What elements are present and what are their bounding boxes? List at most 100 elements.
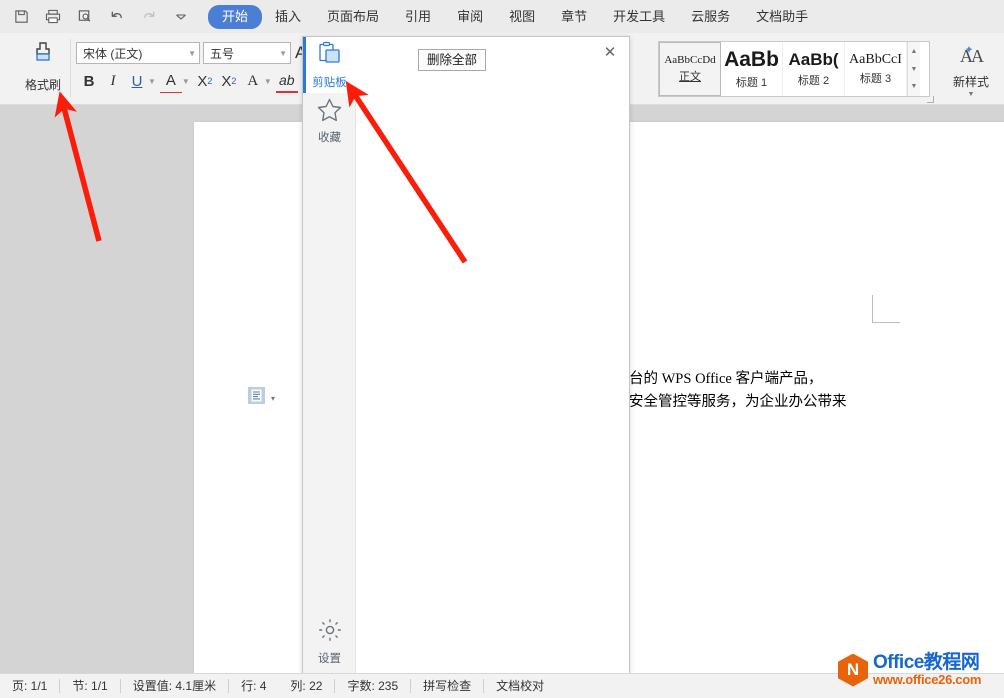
font-name-value: 宋体 (正文) (83, 46, 143, 61)
tab-insert[interactable]: 插入 (262, 5, 314, 29)
watermark-title: Office教程网 (873, 652, 980, 674)
watermark-text: Office教程网 www.office26.com (873, 653, 981, 687)
font-name-combo[interactable]: 宋体 (正文) ▼ (76, 42, 200, 64)
status-section[interactable]: 节: 1/1 (60, 674, 119, 698)
undo-icon[interactable] (104, 5, 130, 29)
rail-item-clipboard[interactable]: 剪贴板 (303, 37, 356, 93)
task-pane-rail-bottom: 设置 (303, 613, 356, 669)
tab-cloud-service[interactable]: 云服务 (678, 5, 743, 29)
watermark-logo: N Office教程网 www.office26.com (838, 650, 1004, 690)
underline-button[interactable]: U (126, 69, 148, 93)
status-page[interactable]: 页: 1/1 (0, 674, 59, 698)
font-size-value: 五号 (210, 46, 235, 61)
copy-button[interactable]: 复制 (0, 70, 10, 87)
document-text-line: 文档安全管控等服务，为企业办公带来 (600, 394, 847, 410)
chevron-down-icon: ▼ (279, 48, 287, 58)
style-name: 标题 1 (735, 77, 768, 89)
text-effects-button[interactable]: A (242, 69, 264, 93)
style-name: 正文 (679, 71, 701, 83)
style-preview: AaBb( (788, 50, 839, 69)
status-spell-check[interactable]: 拼写检查 (411, 674, 483, 698)
save-icon[interactable] (8, 5, 34, 29)
font-row-bottom: B I U ▼ A ▼ X2 X2 A ▼ ab (78, 69, 298, 93)
styles-gallery: AaBbCcDd 正文 AaBb 标题 1 AaBb( 标题 2 AaBbCcI… (658, 41, 930, 97)
watermark-url: www.office26.com (873, 672, 982, 688)
close-icon[interactable]: ✕ (599, 41, 621, 63)
style-name: 标题 2 (797, 75, 830, 87)
clipboard-icon (316, 41, 344, 72)
task-pane-rail: 剪贴板 收藏 设置 (303, 37, 356, 683)
styles-more-button[interactable]: ▼ (908, 78, 920, 95)
margin-corner-mark (872, 295, 900, 323)
rail-item-label: 收藏 (318, 132, 341, 144)
styles-scroll-up-button[interactable]: ▲ (908, 43, 920, 60)
highlight-button[interactable]: ab (275, 69, 298, 93)
tab-section[interactable]: 章节 (548, 5, 600, 29)
app-window: 开始 插入 页面布局 引用 审阅 视图 章节 开发工具 云服务 文档助手 剪切 … (0, 0, 1004, 698)
tab-review[interactable]: 审阅 (444, 5, 496, 29)
subscript-button[interactable]: X2 (218, 69, 240, 93)
format-painter-button[interactable]: 格式刷 (18, 39, 68, 93)
redo-icon[interactable] (136, 5, 162, 29)
strikethrough-button[interactable]: A (159, 69, 182, 93)
style-item-heading-2[interactable]: AaBb( 标题 2 (783, 42, 845, 96)
new-style-button[interactable]: A A 新样式 ▼ (940, 43, 1002, 98)
style-name: 标题 3 (859, 73, 892, 85)
rail-item-label: 设置 (318, 652, 341, 665)
status-row[interactable]: 行: 4 (229, 674, 278, 698)
style-item-body[interactable]: AaBbCcDd 正文 (659, 42, 721, 96)
styles-dialog-launcher[interactable] (927, 96, 934, 103)
style-item-heading-3[interactable]: AaBbCcI 标题 3 (845, 42, 907, 96)
format-painter-icon (28, 39, 58, 74)
ribbon-group-clipboard: 剪切 复制 格式刷 (0, 33, 69, 105)
tab-start[interactable]: 开始 (208, 4, 263, 29)
customize-quick-access-icon[interactable] (168, 5, 194, 29)
print-icon[interactable] (40, 5, 66, 29)
chevron-down-icon: ▼ (188, 48, 196, 58)
bold-button[interactable]: B (78, 69, 100, 93)
styles-gallery-scrollbar[interactable]: ▲ ▼ ▼ (907, 42, 920, 96)
ribbon-group-styles: AaBbCcDd 正文 AaBb 标题 1 AaBb( 标题 2 AaBbCcI… (652, 33, 989, 105)
strikethrough-chevron-down-icon[interactable]: ▼ (182, 77, 190, 86)
style-item-heading-1[interactable]: AaBb 标题 1 (721, 42, 783, 96)
italic-button[interactable]: I (102, 69, 124, 93)
ribbon-tab-bar: 开始 插入 页面布局 引用 审阅 视图 章节 开发工具 云服务 文档助手 (208, 4, 821, 29)
new-style-icon: A A (956, 43, 986, 72)
clipboard-commands: 剪切 复制 (0, 41, 10, 87)
underline-chevron-down-icon[interactable]: ▼ (148, 77, 156, 86)
paste-options-button[interactable]: ▾ (247, 386, 275, 410)
new-style-chevron-down-icon[interactable]: ▼ (968, 91, 975, 98)
format-painter-label: 格式刷 (24, 78, 61, 92)
font-row-top: 宋体 (正文) ▼ 五号 ▼ A+ (76, 42, 313, 64)
status-setting-value[interactable]: 设置值: 4.1厘米 (121, 674, 228, 698)
paste-options-icon (247, 386, 266, 410)
rail-item-favorites[interactable]: 收藏 (303, 93, 356, 149)
tab-developer-tools[interactable]: 开发工具 (600, 5, 678, 29)
rail-item-settings[interactable]: 设置 (303, 613, 356, 669)
gear-icon (317, 617, 343, 648)
status-column[interactable]: 列: 22 (278, 674, 334, 698)
paste-options-chevron-down-icon[interactable]: ▾ (271, 394, 275, 403)
text-effects-chevron-down-icon[interactable]: ▼ (264, 77, 272, 86)
font-size-combo[interactable]: 五号 ▼ (203, 42, 291, 64)
style-preview: AaBb (724, 48, 779, 71)
star-icon (316, 97, 343, 127)
status-word-count[interactable]: 字数: 235 (335, 674, 410, 698)
clipboard-pane-body: ✕ 删除全部 (356, 37, 629, 683)
office-hex-icon: N (838, 653, 868, 687)
print-preview-icon[interactable] (72, 5, 98, 29)
styles-scroll-down-button[interactable]: ▼ (908, 61, 920, 78)
rail-item-label: 剪贴板 (312, 76, 347, 89)
style-preview: AaBbCcDd (664, 54, 716, 66)
tab-references[interactable]: 引用 (392, 5, 444, 29)
document-text-line: 全平台的 WPS Office 客户端产品， (600, 371, 823, 387)
tab-page-layout[interactable]: 页面布局 (314, 5, 392, 29)
superscript-button[interactable]: X2 (194, 69, 216, 93)
tab-doc-assistant[interactable]: 文档助手 (743, 5, 821, 29)
cut-button[interactable]: 剪切 (0, 41, 10, 58)
status-doc-proof[interactable]: 文档校对 (484, 674, 556, 698)
svg-text:A: A (971, 46, 984, 66)
clear-all-button[interactable]: 删除全部 (418, 49, 487, 71)
tab-view[interactable]: 视图 (496, 5, 548, 29)
clipboard-task-pane: 剪贴板 收藏 设置 ✕ 删除全部 (302, 36, 630, 684)
